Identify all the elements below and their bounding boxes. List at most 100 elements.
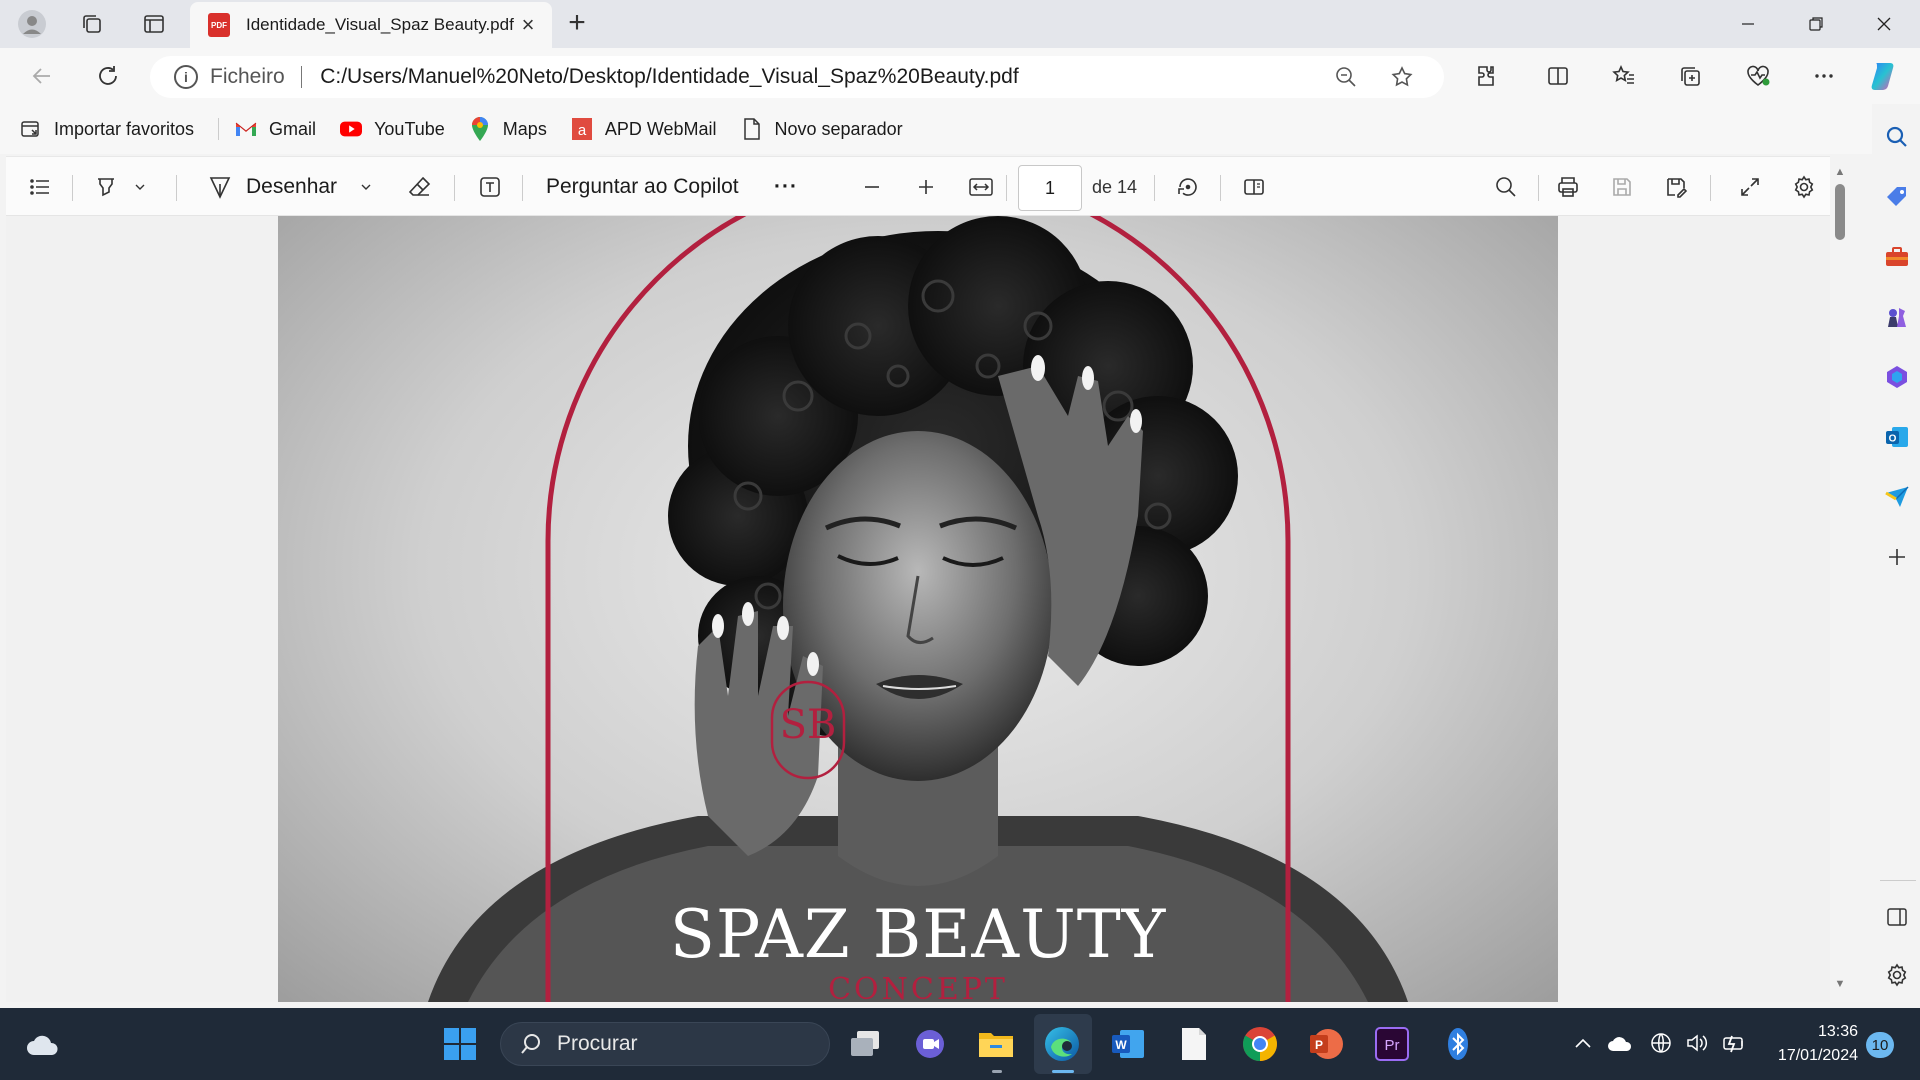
draw-dropdown-chevron-icon[interactable] bbox=[356, 171, 376, 203]
battery-charging-icon[interactable] bbox=[1720, 1030, 1746, 1056]
add-text-icon[interactable] bbox=[474, 171, 506, 203]
favorite-star-icon[interactable] bbox=[1386, 64, 1418, 90]
zoom-out-icon[interactable] bbox=[856, 171, 888, 203]
draw-pen-icon[interactable] bbox=[202, 171, 238, 203]
tab-close-button[interactable]: × bbox=[516, 12, 540, 38]
browser-essentials-icon[interactable] bbox=[1740, 60, 1776, 92]
tools-briefcase-icon[interactable] bbox=[1884, 244, 1910, 270]
edge-sidebar: O bbox=[1872, 104, 1920, 1008]
zoom-out-icon[interactable] bbox=[1330, 64, 1362, 90]
toolbar-separator bbox=[1710, 175, 1711, 201]
shopping-tag-icon[interactable] bbox=[1884, 184, 1910, 210]
new-tab-button[interactable]: + bbox=[561, 8, 593, 40]
favorite-gmail[interactable]: Gmail bbox=[235, 118, 316, 140]
eraser-icon[interactable] bbox=[404, 171, 436, 203]
address-url[interactable]: C:/Users/Manuel%20Neto/Desktop/Identidad… bbox=[320, 65, 1019, 89]
pdf-viewer[interactable]: SB SPAZ BEAUTY CONCEPT bbox=[6, 216, 1830, 1002]
favorite-new-tab[interactable]: Novo separador bbox=[741, 118, 903, 140]
extensions-icon[interactable] bbox=[1468, 60, 1504, 92]
windows-start-icon[interactable] bbox=[440, 1024, 480, 1064]
scroll-down-arrow-icon[interactable]: ▼ bbox=[1834, 978, 1846, 990]
games-chess-icon[interactable] bbox=[1884, 304, 1910, 330]
system-clock[interactable]: 13:36 17/01/2024 bbox=[1764, 1020, 1858, 1068]
more-tools-icon[interactable]: ··· bbox=[766, 171, 806, 203]
taskbar-search-box[interactable]: Procurar bbox=[500, 1022, 830, 1066]
profile-avatar-icon[interactable] bbox=[16, 8, 48, 40]
search-icon[interactable] bbox=[1884, 124, 1910, 150]
microsoft365-icon[interactable] bbox=[1884, 364, 1910, 390]
find-in-document-icon[interactable] bbox=[1490, 171, 1522, 203]
notepad-file-icon[interactable] bbox=[1174, 1024, 1214, 1064]
split-screen-icon[interactable] bbox=[1540, 60, 1576, 92]
file-explorer-icon[interactable] bbox=[976, 1024, 1016, 1064]
powerpoint-icon[interactable]: P bbox=[1306, 1024, 1346, 1064]
volume-icon[interactable] bbox=[1684, 1030, 1710, 1056]
zoom-in-icon[interactable] bbox=[910, 171, 942, 203]
favorites-bar: Importar favoritos Gmail YouTube Maps a … bbox=[0, 104, 1872, 154]
page-number-input[interactable]: 1 bbox=[1018, 165, 1082, 211]
page-total-label: de 14 bbox=[1092, 177, 1138, 197]
onedrive-cloud-icon[interactable] bbox=[1606, 1030, 1632, 1056]
pdf-settings-icon[interactable] bbox=[1788, 171, 1820, 203]
network-globe-icon[interactable] bbox=[1648, 1030, 1674, 1056]
favorite-label: Importar favoritos bbox=[54, 118, 195, 139]
workspaces-icon[interactable] bbox=[76, 8, 108, 40]
favorite-import[interactable]: Importar favoritos bbox=[20, 118, 194, 140]
rotate-icon[interactable] bbox=[1172, 171, 1204, 203]
maps-icon bbox=[469, 117, 491, 141]
minimize-button[interactable] bbox=[1716, 0, 1780, 48]
highlight-icon[interactable] bbox=[90, 171, 122, 203]
notification-count-badge[interactable]: 10 bbox=[1866, 1032, 1894, 1058]
restore-button[interactable] bbox=[1784, 0, 1848, 48]
copilot-icon[interactable] bbox=[1866, 60, 1902, 92]
title-bar: PDF Identidade_Visual_Spaz Beauty.pdf × … bbox=[0, 0, 1920, 48]
close-window-button[interactable] bbox=[1852, 0, 1916, 48]
show-hidden-icons-chevron-icon[interactable] bbox=[1570, 1030, 1596, 1056]
address-bar[interactable]: i Ficheiro C:/Users/Manuel%20Neto/Deskto… bbox=[150, 56, 1444, 98]
print-icon[interactable] bbox=[1552, 171, 1584, 203]
pdf-page: SB SPAZ BEAUTY CONCEPT bbox=[278, 216, 1558, 1002]
draw-button[interactable]: Desenhar bbox=[246, 171, 337, 203]
refresh-button[interactable] bbox=[90, 60, 126, 92]
favorites-list-icon[interactable] bbox=[1606, 60, 1642, 92]
contents-list-icon[interactable] bbox=[24, 171, 56, 203]
favorite-label: Gmail bbox=[269, 118, 317, 139]
word-icon[interactable]: W bbox=[1108, 1024, 1148, 1064]
back-button[interactable] bbox=[24, 60, 60, 92]
highlight-dropdown-chevron-icon[interactable] bbox=[130, 171, 150, 203]
toolbar-separator bbox=[522, 175, 523, 201]
add-sidebar-app-icon[interactable] bbox=[1884, 544, 1910, 570]
ask-copilot-button[interactable]: Perguntar ao Copilot bbox=[546, 171, 739, 203]
bluetooth-icon[interactable] bbox=[1438, 1024, 1478, 1064]
site-info-icon[interactable]: i bbox=[174, 65, 198, 89]
youtube-icon bbox=[340, 118, 363, 140]
favorite-maps[interactable]: Maps bbox=[469, 117, 547, 141]
fullscreen-icon[interactable] bbox=[1734, 171, 1766, 203]
outlook-icon[interactable]: O bbox=[1884, 424, 1910, 450]
edge-browser-icon[interactable] bbox=[1042, 1024, 1082, 1064]
navigation-bar: i Ficheiro C:/Users/Manuel%20Neto/Deskto… bbox=[0, 48, 1920, 104]
save-icon[interactable] bbox=[1606, 171, 1638, 203]
save-as-icon[interactable] bbox=[1660, 171, 1692, 203]
favorite-youtube[interactable]: YouTube bbox=[340, 118, 445, 140]
weather-widget-icon[interactable] bbox=[22, 1024, 62, 1064]
hide-sidebar-icon[interactable] bbox=[1884, 904, 1910, 930]
scroll-up-arrow-icon[interactable]: ▲ bbox=[1834, 166, 1846, 178]
scrollbar-thumb[interactable] bbox=[1835, 184, 1845, 240]
more-menu-icon[interactable] bbox=[1806, 60, 1842, 92]
chrome-icon[interactable] bbox=[1240, 1024, 1280, 1064]
favorite-apd-webmail[interactable]: a APD WebMail bbox=[571, 118, 717, 140]
send-plane-icon[interactable] bbox=[1884, 484, 1910, 510]
sidebar-settings-icon[interactable] bbox=[1884, 962, 1910, 988]
teams-chat-icon[interactable] bbox=[910, 1024, 950, 1064]
fit-to-width-icon[interactable] bbox=[964, 171, 998, 203]
premiere-pro-icon[interactable]: Pr bbox=[1372, 1024, 1412, 1064]
page-view-icon[interactable] bbox=[1238, 171, 1270, 203]
tab-active-pdf[interactable]: PDF Identidade_Visual_Spaz Beauty.pdf × bbox=[190, 2, 552, 48]
toolbar-separator bbox=[1538, 175, 1539, 201]
file-explorer-running-indicator bbox=[992, 1070, 1002, 1073]
task-view-icon[interactable] bbox=[845, 1024, 885, 1064]
tab-actions-icon[interactable] bbox=[138, 8, 170, 40]
vertical-scrollbar[interactable]: ▲ ▼ bbox=[1830, 160, 1850, 1002]
collections-icon[interactable] bbox=[1672, 60, 1708, 92]
